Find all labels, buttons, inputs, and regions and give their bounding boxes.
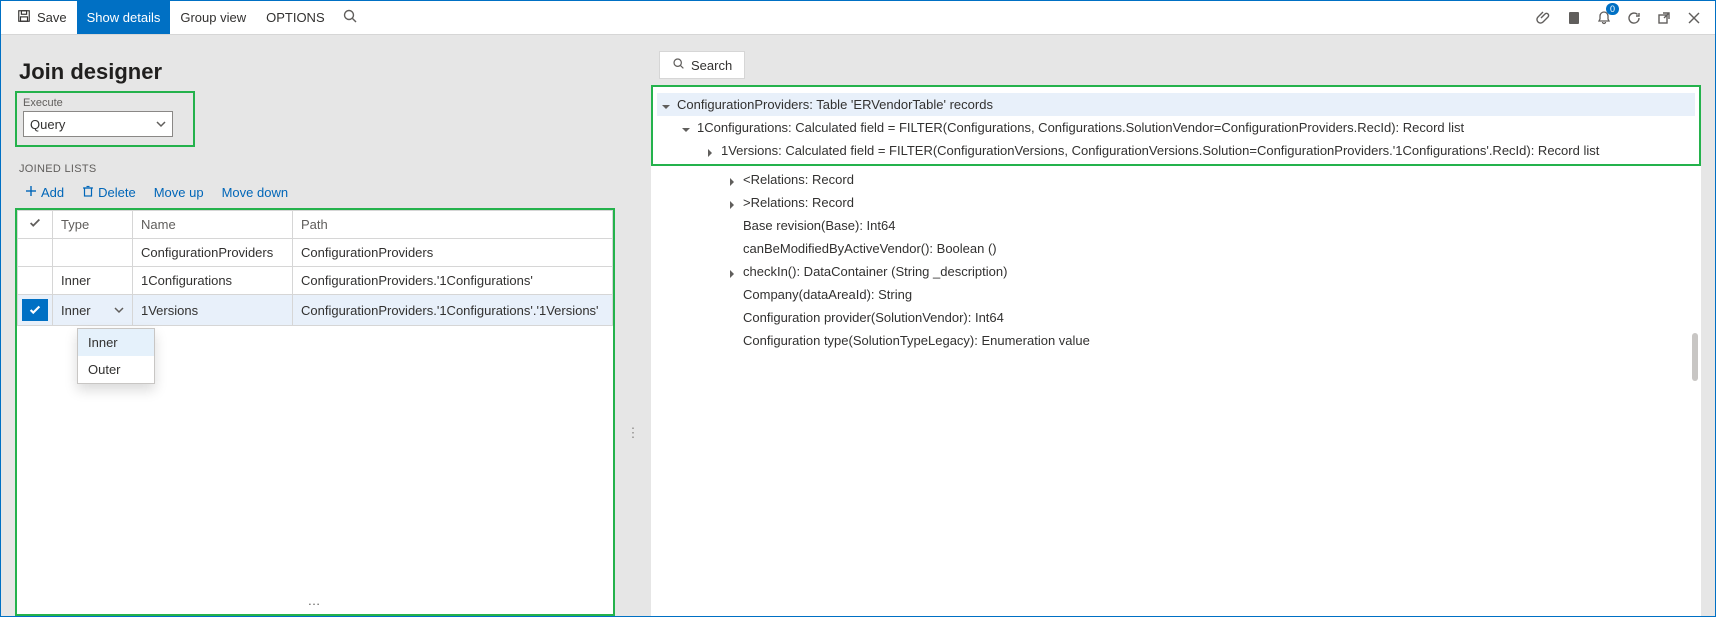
search-button[interactable] [335, 1, 365, 34]
joined-lists-grid: Type Name Path ConfigurationProviders Co… [15, 208, 615, 616]
toolbar: Save Show details Group view OPTIONS 0 [1, 1, 1715, 35]
joined-lists-label: JOINED LISTS [19, 163, 615, 175]
show-details-button[interactable]: Show details [77, 1, 171, 34]
grid-more-icon[interactable]: … [308, 593, 323, 608]
type-dropdown[interactable]: Inner Outer [77, 328, 155, 384]
left-panel: Join designer Execute Query JOINED LISTS… [15, 49, 615, 616]
table-row[interactable]: ConfigurationProviders ConfigurationProv… [18, 239, 613, 267]
plus-icon [25, 185, 37, 200]
options-label: OPTIONS [266, 10, 325, 25]
expand-icon[interactable] [727, 175, 737, 185]
tree-leaf[interactable]: Configuration type(SolutionTypeLegacy): … [655, 329, 1697, 352]
show-details-label: Show details [87, 10, 161, 25]
expand-icon[interactable] [727, 198, 737, 208]
splitter-handle[interactable]: ⋮ [629, 249, 637, 616]
group-view-label: Group view [180, 10, 246, 25]
execute-label: Execute [23, 97, 187, 109]
execute-select[interactable]: Query [23, 111, 173, 137]
page-title: Join designer [19, 59, 615, 85]
tree-node[interactable]: 1Configurations: Calculated field = FILT… [657, 116, 1695, 139]
tree-leaf[interactable]: Base revision(Base): Int64 [655, 214, 1697, 237]
attachments-icon[interactable] [1529, 1, 1559, 34]
type-option-inner[interactable]: Inner [78, 329, 154, 356]
scrollbar-thumb[interactable] [1692, 333, 1698, 381]
collapse-icon[interactable] [661, 100, 671, 110]
tree-node[interactable]: >Relations: Record [655, 191, 1697, 214]
tree-leaf[interactable]: canBeModifiedByActiveVendor(): Boolean (… [655, 237, 1697, 260]
table-row[interactable]: Inner 1Versions ConfigurationProviders.'… [18, 295, 613, 326]
header-type[interactable]: Type [53, 211, 133, 239]
add-button[interactable]: Add [25, 185, 64, 200]
office-icon[interactable] [1559, 1, 1589, 34]
search-icon [672, 57, 685, 73]
save-button[interactable]: Save [7, 1, 77, 34]
execute-group: Execute Query [15, 91, 195, 147]
tree-details-group: <Relations: Record >Relations: Record Ba… [651, 166, 1701, 616]
expand-icon[interactable] [705, 146, 715, 156]
chevron-down-icon [114, 303, 124, 318]
notifications-button[interactable]: 0 [1589, 1, 1619, 34]
notification-badge: 0 [1606, 3, 1619, 15]
collapse-icon[interactable] [681, 123, 691, 133]
tree-node[interactable]: 1Versions: Calculated field = FILTER(Con… [657, 139, 1695, 162]
header-path[interactable]: Path [293, 211, 613, 239]
tree-leaf[interactable]: Company(dataAreaId): String [655, 283, 1697, 306]
grid-actions: Add Delete Move up Move down [15, 181, 615, 208]
tree-top-group: ConfigurationProviders: Table 'ERVendorT… [651, 85, 1701, 166]
right-panel: Search ConfigurationProviders: Table 'ER… [651, 49, 1701, 616]
move-down-button[interactable]: Move down [222, 185, 288, 200]
tree-leaf[interactable]: Configuration provider(SolutionVendor): … [655, 306, 1697, 329]
type-option-outer[interactable]: Outer [78, 356, 154, 383]
tree-search-button[interactable]: Search [659, 51, 745, 79]
tree-node[interactable]: <Relations: Record [655, 168, 1697, 191]
group-view-button[interactable]: Group view [170, 1, 256, 34]
expand-icon[interactable] [727, 267, 737, 277]
tree-node-root[interactable]: ConfigurationProviders: Table 'ERVendorT… [657, 93, 1695, 116]
move-up-button[interactable]: Move up [154, 185, 204, 200]
close-button[interactable] [1679, 1, 1709, 34]
header-name[interactable]: Name [133, 211, 293, 239]
popout-button[interactable] [1649, 1, 1679, 34]
delete-button[interactable]: Delete [82, 185, 136, 200]
options-button[interactable]: OPTIONS [256, 1, 335, 34]
row-selected-icon[interactable] [22, 299, 48, 321]
header-select[interactable] [18, 211, 53, 239]
save-icon [17, 9, 37, 26]
content-area: Join designer Execute Query JOINED LISTS… [1, 35, 1715, 616]
tree-node[interactable]: checkIn(): DataContainer (String _descri… [655, 260, 1697, 283]
refresh-button[interactable] [1619, 1, 1649, 34]
execute-value: Query [30, 117, 65, 132]
chevron-down-icon [156, 117, 166, 132]
search-icon [342, 8, 358, 27]
type-cell[interactable]: Inner [53, 295, 133, 326]
trash-icon [82, 185, 94, 200]
save-label: Save [37, 10, 67, 25]
table-row[interactable]: Inner 1Configurations ConfigurationProvi… [18, 267, 613, 295]
